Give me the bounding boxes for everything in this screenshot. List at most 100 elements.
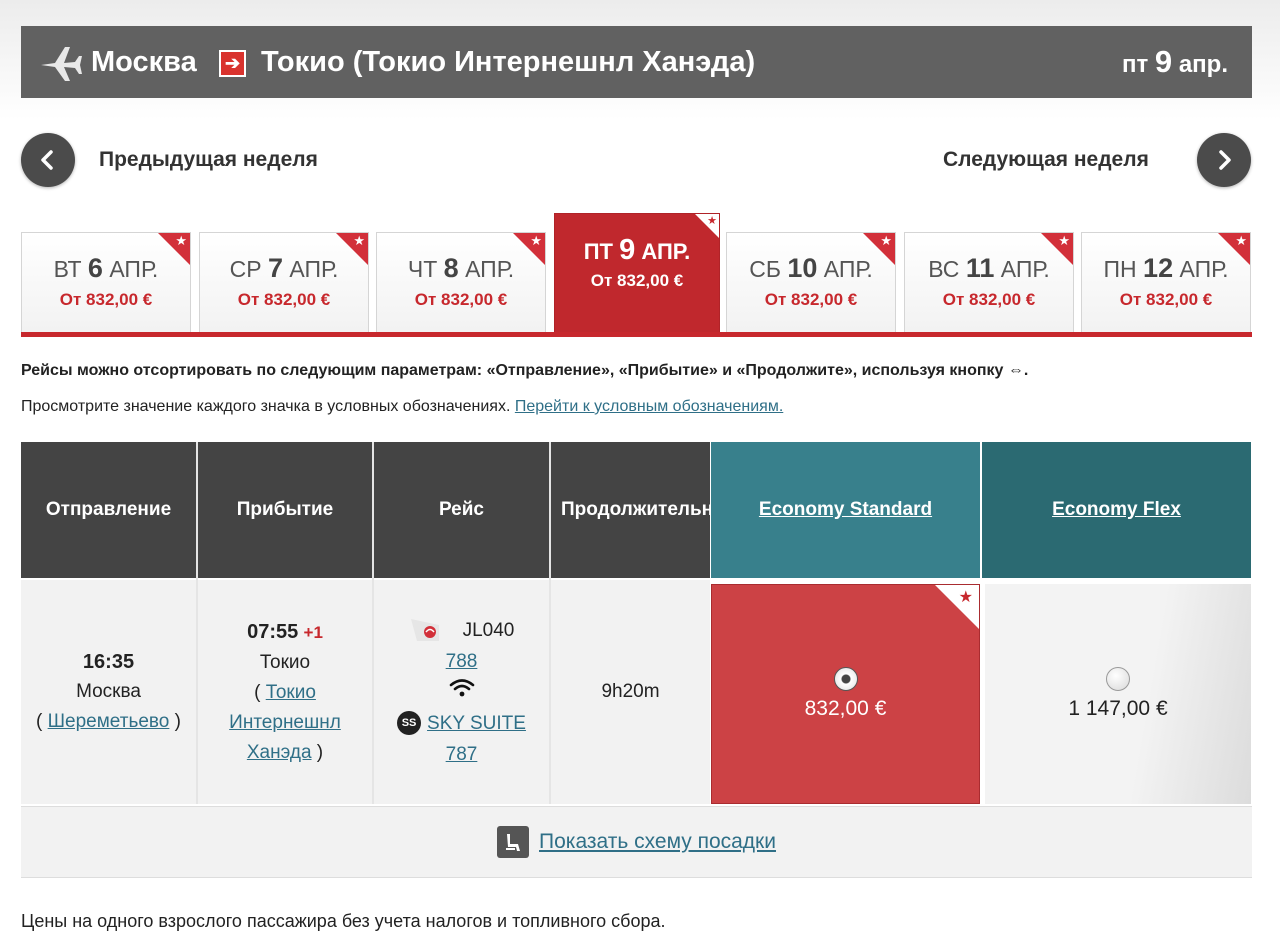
prev-week-label[interactable]: Предыдущая неделя — [99, 148, 318, 172]
tab-day-number: 10 — [787, 253, 818, 283]
tab-weekday: ВС — [928, 256, 960, 282]
date-tab-selected[interactable]: ★ ПТ 9 АПР. От 832,00 € — [554, 213, 720, 334]
flight-cell: JL040 788 SS SKY SUITE 787 — [374, 580, 549, 804]
fare-header-economy-flex[interactable]: Economy Flex — [982, 442, 1251, 578]
date-tab-price: От 832,00 € — [1119, 290, 1213, 309]
date-tab-price: От 832,00 € — [237, 290, 331, 309]
tab-weekday: ПТ — [583, 239, 613, 264]
arrival-airport-link[interactable]: Ханэда — [247, 742, 312, 763]
fare-option-economy-standard[interactable]: ★ 832,00 € — [711, 584, 980, 804]
seat-icon — [497, 826, 530, 858]
tab-weekday: ВТ — [53, 256, 82, 282]
show-seatmap-link[interactable]: Показать схему посадки — [539, 830, 776, 854]
prev-week-button[interactable] — [21, 133, 75, 187]
date-tab-price: От 832,00 € — [59, 290, 153, 309]
star-icon: ★ — [353, 233, 365, 248]
tab-month: АПР. — [465, 256, 515, 282]
column-header-departure[interactable]: Отправление — [21, 442, 196, 578]
date-tab[interactable]: ★ ПН 12 АПР. От 832,00 € — [1081, 232, 1251, 332]
column-header-duration[interactable]: Продолжительность — [551, 442, 756, 578]
arrival-city: Токио — [259, 651, 311, 673]
tab-day-number: 8 — [443, 253, 459, 283]
date-tab-day: ВС 11 АПР. — [905, 253, 1073, 284]
wifi-row — [449, 677, 475, 708]
fare-price: 832,00 € — [804, 697, 887, 720]
tab-day-number: 12 — [1143, 253, 1174, 283]
tab-weekday: СБ — [749, 256, 781, 282]
tabs-underline — [21, 332, 1252, 337]
departure-city: Москва — [76, 681, 141, 702]
departure-airport-link[interactable]: Шереметьево — [48, 711, 170, 732]
legend-link[interactable]: Перейти к условным обозначениям. — [515, 398, 783, 415]
tab-day-number: 7 — [267, 253, 283, 283]
route-date-day: 9 — [1154, 44, 1173, 79]
route-destination: Токио (Токио Интернешнл Ханэда) — [261, 46, 756, 78]
tab-month: АПР. — [289, 256, 339, 282]
duration-cell: 9h20m — [551, 580, 710, 804]
arrival-airport-line2: Интернешнл — [229, 708, 341, 738]
suite-row: SS SKY SUITE — [397, 708, 526, 739]
flight-number-row: JL040 — [409, 615, 515, 646]
star-icon: ★ — [880, 233, 892, 248]
route-date: пт 9 апр. — [1122, 44, 1228, 80]
chevron-right-icon — [1219, 150, 1231, 170]
column-divider — [196, 442, 198, 804]
date-tab-day: ПН 12 АПР. — [1082, 253, 1250, 284]
price-note: Цены на одного взрослого пассажира без у… — [21, 911, 666, 931]
next-week-label[interactable]: Следующая неделя — [943, 148, 1149, 172]
aircraft-link[interactable]: 788 — [446, 651, 478, 672]
route-date-weekday: пт — [1121, 51, 1149, 78]
star-icon: ★ — [1058, 233, 1070, 248]
seatmap-row: Показать схему посадки — [21, 806, 1252, 878]
route-date-month: апр. — [1178, 51, 1228, 78]
tab-month: АПР. — [109, 256, 159, 282]
column-divider — [549, 442, 551, 804]
fare-radio-selected[interactable] — [833, 667, 858, 691]
sky-suite-link[interactable]: SKY SUITE — [427, 713, 526, 734]
star-icon: ★ — [958, 589, 973, 606]
date-tab[interactable]: ★ СБ 10 АПР. От 832,00 € — [726, 232, 896, 332]
sky-suite-badge: SS — [397, 711, 422, 736]
date-tab-day: ПТ 9 АПР. — [555, 234, 719, 267]
next-week-button[interactable] — [1197, 133, 1251, 187]
arrival-airport-link[interactable]: Токио — [266, 682, 316, 703]
fare-option-economy-flex[interactable]: 1 147,00 € — [985, 584, 1251, 804]
date-tab[interactable]: ★ ВС 11 АПР. От 832,00 € — [904, 232, 1074, 332]
suite-aircraft-link[interactable]: 787 — [446, 744, 478, 765]
star-icon: ★ — [1235, 233, 1247, 248]
tab-month: АПР. — [1179, 256, 1229, 282]
plane-icon — [41, 47, 82, 81]
fare-radio[interactable] — [1106, 667, 1130, 691]
tab-month: АПР. — [1000, 256, 1050, 282]
arrival-airport-link[interactable]: Интернешнл — [229, 712, 341, 733]
column-header-flight: Рейс — [374, 442, 549, 578]
fare-price: 1 147,00 € — [1068, 697, 1168, 720]
date-tab-day: ЧТ 8 АПР. — [377, 253, 545, 284]
flight-number: JL040 — [462, 619, 515, 641]
date-tab[interactable]: ★ ВТ 6 АПР. От 832,00 € — [21, 232, 191, 332]
tab-day-number: 9 — [619, 234, 636, 266]
column-divider — [372, 442, 374, 804]
airline-logo-icon — [410, 619, 439, 642]
arrival-time-wrap: 07:55 +1 — [247, 617, 323, 648]
tab-month: АПР. — [641, 239, 691, 264]
flight-duration: 9h20m — [601, 681, 660, 702]
tab-weekday: ПН — [1103, 256, 1137, 282]
date-tab-day: СР 7 АПР. — [200, 253, 368, 284]
arrival-day-offset: +1 — [303, 622, 323, 642]
legend-info-text: Просмотрите значение каждого значка в ус… — [21, 398, 515, 415]
date-tab[interactable]: ★ СР 7 АПР. От 832,00 € — [199, 232, 369, 332]
route-origin: Москва — [91, 46, 197, 78]
route-header: Москва ➔ Токио (Токио Интернешнл Ханэда)… — [21, 26, 1252, 98]
tab-weekday: ЧТ — [407, 256, 438, 282]
fare-header-economy-standard[interactable]: Economy Standard — [711, 442, 980, 578]
arrival-time: 07:55 — [247, 620, 299, 643]
chevron-left-icon — [41, 150, 53, 170]
legend-info: Просмотрите значение каждого значка в ус… — [21, 398, 783, 416]
date-tab[interactable]: ★ ЧТ 8 АПР. От 832,00 € — [376, 232, 546, 332]
arrival-airport-line3: Ханэда ) — [246, 741, 324, 763]
column-header-arrival[interactable]: Прибытие — [198, 442, 372, 578]
date-tab-price: От 832,00 € — [414, 290, 508, 309]
tab-day-number: 6 — [87, 253, 103, 283]
date-tab-price: От 832,00 € — [764, 290, 858, 309]
